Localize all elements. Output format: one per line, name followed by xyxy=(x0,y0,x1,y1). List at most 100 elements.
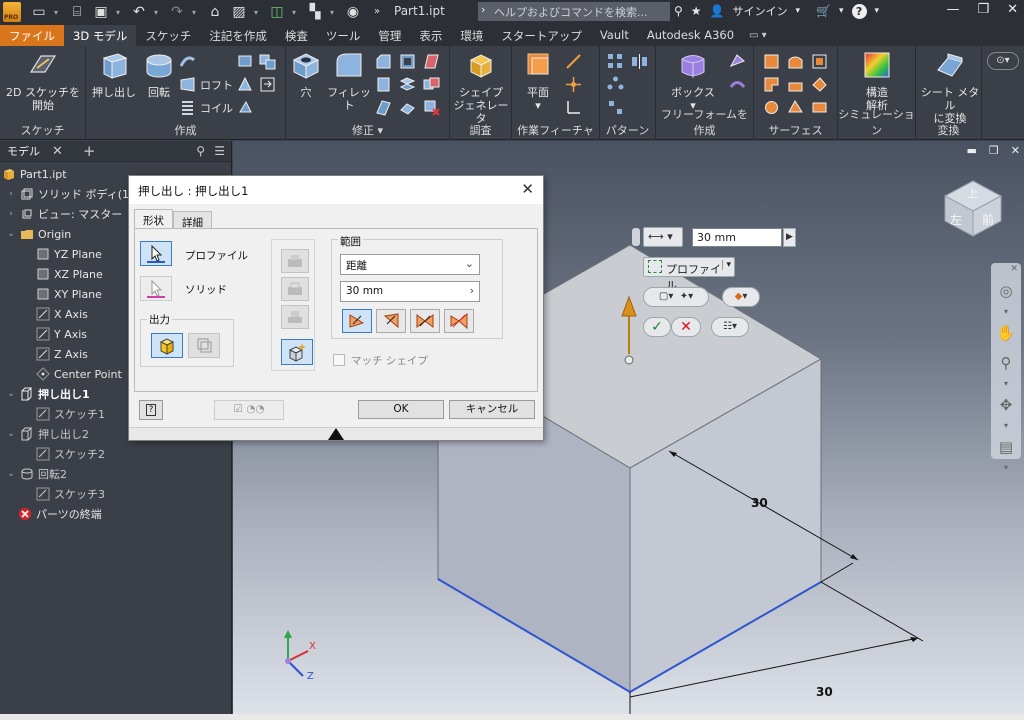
tree-node-sketch3[interactable]: スケッチ3 xyxy=(36,484,105,504)
trim-icon[interactable] xyxy=(762,75,781,94)
mini-toolbar-options-dropdown[interactable]: ☷▾ xyxy=(711,317,749,337)
appearance-icon[interactable]: ◉ xyxy=(344,3,362,21)
orbit-dropdown-icon[interactable]: ▾ xyxy=(991,421,1021,433)
ribbon-options-button[interactable]: ⊙▾ xyxy=(987,52,1019,70)
viewcube-top-label[interactable]: 上 xyxy=(967,185,978,201)
viewcube-left-label[interactable]: 左 xyxy=(950,211,962,228)
tree-node-origin[interactable]: ⌄ Origin xyxy=(6,224,71,244)
viewport-close-icon[interactable]: ✕ xyxy=(1011,144,1020,157)
dialog-close-icon[interactable]: ✕ xyxy=(521,180,534,198)
profile-dropdown-icon[interactable]: ▾ xyxy=(722,260,731,270)
help-icon[interactable]: ? xyxy=(851,3,867,19)
tab-tools[interactable]: ツール xyxy=(317,25,370,46)
tab-file[interactable]: ファイル xyxy=(0,25,64,46)
loft-button[interactable]: ロフト xyxy=(178,75,233,94)
collapse-icon[interactable]: ⌄ xyxy=(6,229,16,239)
tree-node-xz-plane[interactable]: XZ Plane xyxy=(36,264,103,284)
cart-icon[interactable]: 🛒 xyxy=(816,4,831,18)
undo-dropdown-icon[interactable]: ▾ xyxy=(154,8,162,17)
help-search-input[interactable]: › ヘルプおよびコマンドを検索... xyxy=(478,2,670,21)
replace-face-icon[interactable] xyxy=(810,75,829,94)
mini-toolbar-handle[interactable] xyxy=(632,228,640,246)
tree-node-extrude1[interactable]: ⌄ 押し出し1 xyxy=(6,384,90,404)
direction-asymmetric-button[interactable] xyxy=(444,309,474,333)
tree-node-z-axis[interactable]: Z Axis xyxy=(36,344,88,364)
output-solid-button[interactable] xyxy=(151,333,183,358)
cancel-button[interactable]: キャンセル xyxy=(449,400,535,419)
browser-close-icon[interactable]: ✕ xyxy=(52,144,63,159)
decal-icon[interactable] xyxy=(236,98,255,117)
inventor-app-icon[interactable]: PRO xyxy=(3,2,21,22)
preview-toggle-button[interactable]: ☑ ◔◔ xyxy=(214,400,284,420)
extents-type-select[interactable]: 距離 ⌄ xyxy=(340,254,480,275)
binoculars-icon[interactable]: ⚲ xyxy=(674,4,683,18)
patch-icon[interactable] xyxy=(810,52,829,71)
direction-default-button[interactable] xyxy=(342,309,372,333)
thread-icon[interactable] xyxy=(374,75,393,94)
mini-toolbar-operation-dropdown[interactable]: ◆▾ xyxy=(722,287,760,307)
draft-icon[interactable] xyxy=(422,52,441,71)
restore-icon[interactable]: ❐ xyxy=(977,2,989,17)
dimension-value-b[interactable]: 30 xyxy=(816,685,833,699)
collapse-icon[interactable]: ⌄ xyxy=(6,429,16,439)
browser-search-icon[interactable]: ⚲ xyxy=(196,144,205,158)
box-button[interactable]: ボックス ▾ xyxy=(662,50,724,112)
combine-icon[interactable] xyxy=(422,75,441,94)
move-face-icon[interactable] xyxy=(374,98,393,117)
help-dropdown-icon[interactable]: ▾ xyxy=(875,6,880,16)
tab-view[interactable]: 表示 xyxy=(410,25,451,46)
dimension-value-a[interactable]: 30 xyxy=(751,496,768,510)
distance-input[interactable]: 30 mm › xyxy=(340,281,480,302)
shell-icon[interactable] xyxy=(398,52,417,71)
material-dropdown-icon[interactable]: ▾ xyxy=(330,8,338,17)
tree-node-xy-plane[interactable]: XY Plane xyxy=(36,284,102,304)
intersect-button[interactable] xyxy=(281,305,309,329)
convert-to-sheet-metal-button[interactable]: シート メタル に変換 xyxy=(918,50,982,125)
boundary-patch-icon[interactable] xyxy=(786,98,805,117)
collapse-icon[interactable]: ⌄ xyxy=(6,389,16,399)
home-icon[interactable]: ⌂ xyxy=(206,3,224,21)
dialog-expand-bar[interactable] xyxy=(129,427,543,440)
close-icon[interactable]: ✕ xyxy=(1007,2,1018,17)
image-icon[interactable]: ▨ xyxy=(230,3,248,21)
thicken-icon[interactable] xyxy=(762,52,781,71)
mini-toolbar-profile-selector[interactable]: プロファイル ▾ xyxy=(643,257,735,292)
cut-button[interactable] xyxy=(281,277,309,301)
sweep-icon[interactable] xyxy=(178,52,197,71)
derive-icon[interactable] xyxy=(258,52,277,71)
extrude-direction-dropdown[interactable]: ⟷ ▾ xyxy=(643,227,683,247)
ucs-icon[interactable] xyxy=(564,98,583,117)
extrude-button[interactable]: 押し出し xyxy=(91,50,137,99)
work-axis-icon[interactable] xyxy=(564,52,583,71)
search-expand-icon[interactable]: › xyxy=(481,3,485,16)
zoom-dropdown-icon[interactable]: ▾ xyxy=(991,379,1021,391)
tab-vault[interactable]: Vault xyxy=(591,25,638,46)
join-button[interactable] xyxy=(281,249,309,273)
split-icon[interactable] xyxy=(398,75,417,94)
tree-node-solid-bodies[interactable]: › ソリッド ボディ(1) xyxy=(6,184,133,204)
expand-icon[interactable]: › xyxy=(6,189,16,199)
favorites-star-icon[interactable]: ★ xyxy=(691,4,702,18)
view-face-icon[interactable]: ▤ xyxy=(991,433,1021,463)
emboss-icon[interactable] xyxy=(236,52,255,71)
start-2d-sketch-button[interactable]: 2D スケッチを 開始 xyxy=(6,50,80,112)
tab-autodesk-a360[interactable]: Autodesk A360 xyxy=(638,25,743,46)
rib-icon[interactable] xyxy=(236,75,255,94)
orbit-icon[interactable]: ✥ xyxy=(991,391,1021,421)
circular-pattern-icon[interactable] xyxy=(606,75,625,94)
new-dropdown-icon[interactable]: ▾ xyxy=(54,8,62,17)
tree-node-end-of-part[interactable]: パーツの終端 xyxy=(18,504,102,524)
coil-button[interactable]: コイル xyxy=(178,98,233,117)
save-icon[interactable]: ▣ xyxy=(92,3,110,21)
tab-environments[interactable]: 環境 xyxy=(451,25,492,46)
new-file-icon[interactable]: ▭ xyxy=(30,3,48,21)
hole-button[interactable]: 穴 xyxy=(288,50,324,99)
mini-toolbar-apply-icon[interactable]: ▶ xyxy=(783,228,796,247)
import-icon[interactable] xyxy=(258,75,277,94)
mini-toolbar-distance-input[interactable]: 30 mm xyxy=(692,228,782,247)
tree-node-y-axis[interactable]: Y Axis xyxy=(36,324,87,344)
tree-node-yz-plane[interactable]: YZ Plane xyxy=(36,244,102,264)
new-solid-button[interactable] xyxy=(281,339,313,365)
dialog-title-bar[interactable]: 押し出し : 押し出し1 ✕ xyxy=(129,176,543,204)
solid-select-button[interactable] xyxy=(140,276,172,301)
